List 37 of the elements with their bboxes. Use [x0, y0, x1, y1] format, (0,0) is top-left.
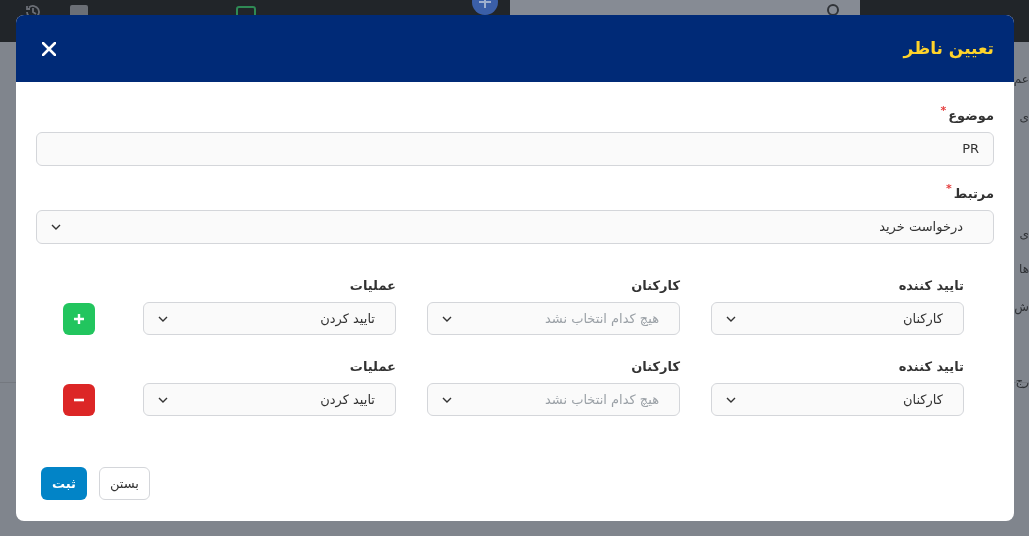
remove-button[interactable]: [63, 384, 95, 416]
field-label: موضوع: [948, 107, 994, 125]
plus-icon[interactable]: [472, 0, 498, 15]
background-text: ها: [1019, 261, 1029, 278]
background-text: ی: [1019, 109, 1029, 126]
field-label: مرتبط: [953, 185, 994, 203]
chevron-down-icon: [442, 315, 452, 322]
background-text: ش: [1014, 299, 1029, 316]
chevron-down-icon: [442, 396, 452, 403]
required-mark: *: [940, 106, 947, 116]
chevron-down-icon: [158, 396, 168, 403]
minus-icon: [73, 398, 85, 402]
background-text: عم: [1013, 71, 1029, 88]
close-icon[interactable]: [42, 41, 56, 56]
chevron-down-icon: [726, 396, 736, 403]
column-label: کارکنان: [630, 358, 680, 375]
chevron-down-icon: [51, 224, 61, 230]
select-field[interactable]: تایید کردن: [143, 302, 396, 335]
select-field[interactable]: درخواست خرید: [36, 210, 994, 244]
column-label: عملیات: [348, 358, 396, 375]
input-field[interactable]: PR: [36, 132, 994, 166]
chevron-down-icon: [726, 315, 736, 322]
close-button[interactable]: بستن: [98, 467, 150, 500]
column-label: تایید کننده: [897, 358, 964, 375]
select-field[interactable]: تایید کردن: [143, 383, 396, 416]
required-mark: *: [946, 184, 952, 194]
plus-icon: [73, 313, 85, 325]
chevron-down-icon: [158, 315, 168, 322]
column-label: کارکنان: [630, 277, 680, 294]
select-field[interactable]: کارکنان: [711, 383, 964, 416]
column-label: عملیات: [348, 277, 396, 294]
select-field[interactable]: کارکنان: [711, 302, 964, 335]
column-label: تایید کننده: [897, 277, 964, 294]
add-button[interactable]: [63, 303, 95, 335]
submit-button[interactable]: ثبت: [41, 467, 87, 500]
background-text: ی: [1019, 226, 1029, 243]
dialog-title: تعیین ناظر: [903, 36, 994, 61]
